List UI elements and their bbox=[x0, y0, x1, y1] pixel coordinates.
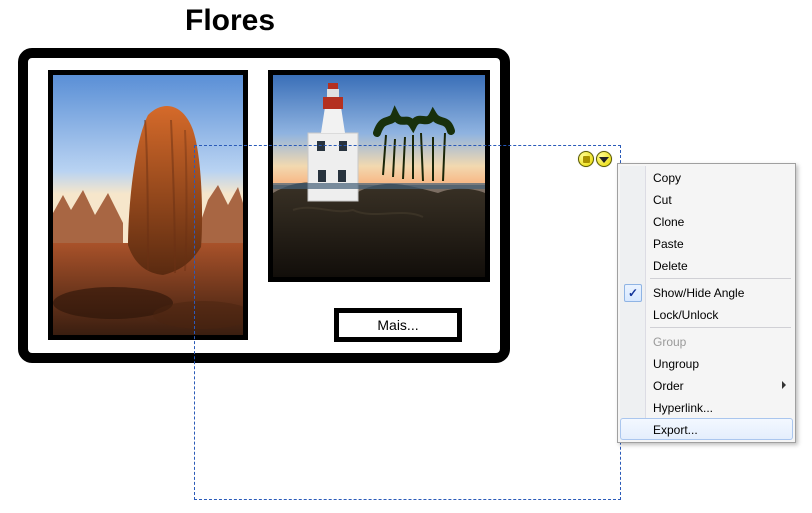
more-button-label: Mais... bbox=[377, 317, 418, 333]
menu-item-lock-unlock[interactable]: Lock/Unlock bbox=[620, 303, 793, 325]
menu-item-label: Group bbox=[653, 335, 686, 349]
menu-item-delete[interactable]: Delete bbox=[620, 254, 793, 276]
menu-item-hyperlink[interactable]: Hyperlink... bbox=[620, 396, 793, 418]
check-icon: ✓ bbox=[624, 284, 642, 302]
photo-right-image bbox=[273, 75, 485, 277]
page-title: Flores bbox=[185, 4, 275, 38]
selection-dropdown-icon[interactable] bbox=[596, 151, 612, 167]
menu-item-label: Copy bbox=[653, 171, 681, 185]
selection-handles bbox=[578, 151, 612, 167]
menu-separator bbox=[650, 327, 791, 328]
menu-item-label: Delete bbox=[653, 259, 688, 273]
photo-left-frame[interactable] bbox=[48, 70, 248, 340]
submenu-arrow-icon bbox=[782, 381, 786, 389]
flores-card: Mais... bbox=[18, 48, 510, 363]
more-button[interactable]: Mais... bbox=[334, 308, 462, 342]
menu-item-label: Paste bbox=[653, 237, 684, 251]
photo-left-image bbox=[53, 75, 243, 335]
menu-item-show-hide-angle[interactable]: ✓ Show/Hide Angle bbox=[620, 281, 793, 303]
menu-item-label: Ungroup bbox=[653, 357, 699, 371]
menu-item-label: Order bbox=[653, 379, 684, 393]
menu-separator bbox=[650, 278, 791, 279]
photo-right-frame[interactable] bbox=[268, 70, 490, 282]
menu-item-export[interactable]: Export... bbox=[620, 418, 793, 440]
menu-item-group: Group bbox=[620, 330, 793, 352]
menu-item-label: Export... bbox=[653, 423, 698, 437]
menu-item-label: Hyperlink... bbox=[653, 401, 713, 415]
menu-item-paste[interactable]: Paste bbox=[620, 232, 793, 254]
menu-item-label: Cut bbox=[653, 193, 672, 207]
context-menu: Copy Cut Clone Paste Delete ✓ Show/Hide … bbox=[617, 163, 796, 443]
menu-item-label: Show/Hide Angle bbox=[653, 286, 744, 300]
menu-item-copy[interactable]: Copy bbox=[620, 166, 793, 188]
menu-item-ungroup[interactable]: Ungroup bbox=[620, 352, 793, 374]
menu-item-order[interactable]: Order bbox=[620, 374, 793, 396]
menu-item-label: Clone bbox=[653, 215, 684, 229]
selection-handle-icon[interactable] bbox=[578, 151, 594, 167]
menu-item-cut[interactable]: Cut bbox=[620, 188, 793, 210]
menu-item-label: Lock/Unlock bbox=[653, 308, 718, 322]
menu-item-clone[interactable]: Clone bbox=[620, 210, 793, 232]
